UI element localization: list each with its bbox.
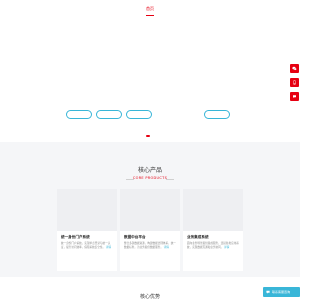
- product-title: 业务集成系统: [187, 235, 209, 239]
- core-products-section: 核心产品 CORE PRODUCTS 统一身份门户系统 统一身份门户系统，实现单…: [0, 142, 300, 277]
- customer-service-button[interactable]: 联系客服咨询: [263, 287, 300, 297]
- hero-banner: [0, 22, 300, 142]
- chat-icon: [266, 290, 270, 294]
- product-card[interactable]: 数据中台平台 整合多源数据资源，构建数据治理体系，统一数据标准，为业务提供数据服…: [120, 189, 180, 271]
- nav-active-underline: [146, 15, 154, 16]
- message-button[interactable]: [290, 92, 299, 101]
- product-description: 统一身份门户系统，实现单点登录与统一认证，提升访问效率，保障系统安全性。 详情: [61, 242, 112, 250]
- product-more-link[interactable]: 详情: [224, 246, 229, 249]
- hero-button-3[interactable]: [126, 110, 152, 119]
- product-description: 整合多源数据资源，构建数据治理体系，统一数据标准，为业务提供数据服务。 详情: [124, 242, 176, 250]
- product-more-link[interactable]: 详情: [164, 246, 169, 249]
- next-section-title: 核心优势: [139, 294, 160, 300]
- section-title: 核心产品: [137, 167, 162, 174]
- nav-item-home[interactable]: 首页: [136, 6, 164, 12]
- product-image: [57, 189, 117, 231]
- top-navigation: 首页: [0, 0, 300, 22]
- product-description: 面向业务场景提供集成服务，连接各类应用系统，实现数据互通和业务协同。 详情: [187, 242, 239, 250]
- phone-button[interactable]: [290, 78, 299, 87]
- product-title: 统一身份门户系统: [61, 235, 90, 239]
- floating-contact-bar: [290, 64, 299, 101]
- product-image: [120, 189, 180, 231]
- weixin-button[interactable]: [290, 64, 299, 73]
- section-subtitle: CORE PRODUCTS: [132, 176, 168, 180]
- product-card[interactable]: 统一身份门户系统 统一身份门户系统，实现单点登录与统一认证，提升访问效率，保障系…: [57, 189, 117, 271]
- product-title: 数据中台平台: [124, 235, 146, 239]
- subtitle-divider-right: [166, 178, 174, 180]
- hero-button-2[interactable]: [96, 110, 122, 119]
- phone-icon: [293, 80, 296, 85]
- product-image: [183, 189, 243, 231]
- hero-button-4[interactable]: [204, 110, 230, 119]
- message-icon: [293, 95, 296, 98]
- product-more-link[interactable]: 详情: [106, 246, 111, 249]
- hero-button-1[interactable]: [66, 110, 92, 119]
- product-card[interactable]: 业务集成系统 面向业务场景提供集成服务，连接各类应用系统，实现数据互通和业务协同…: [183, 189, 243, 271]
- customer-service-label: 联系客服咨询: [272, 290, 291, 294]
- weixin-icon: [292, 66, 297, 71]
- carousel-indicator[interactable]: [146, 135, 150, 137]
